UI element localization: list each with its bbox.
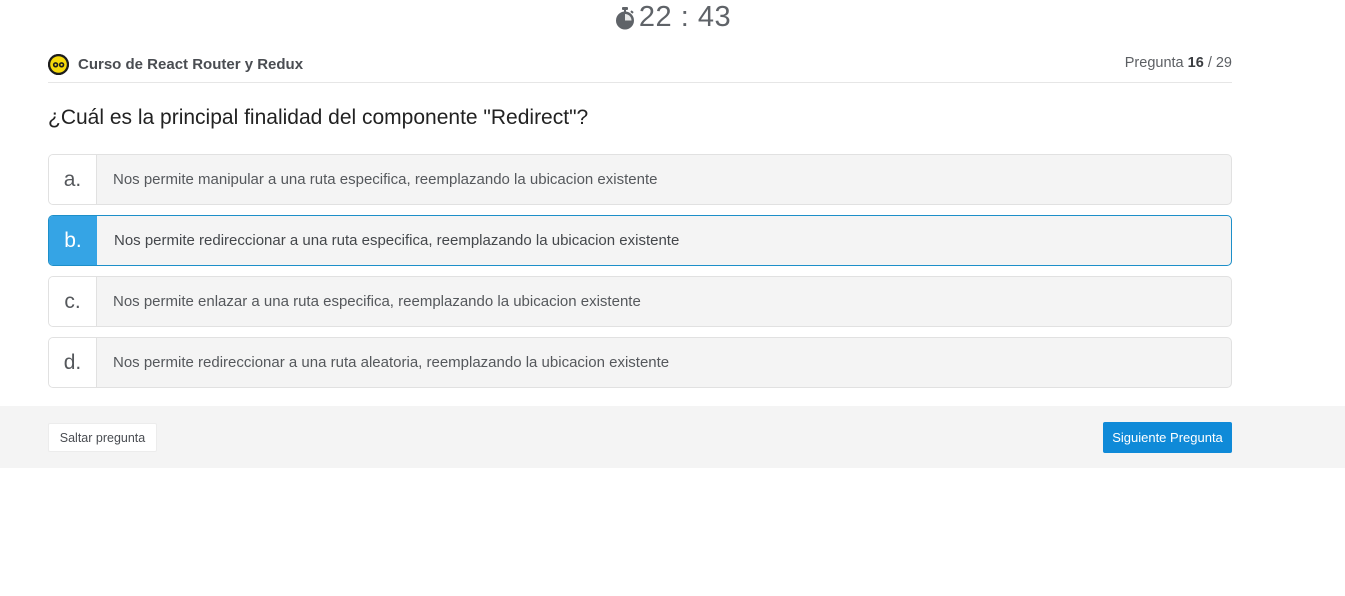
next-question-button[interactable]: Siguiente Pregunta <box>1103 422 1232 453</box>
course-name: Curso de React Router y Redux <box>78 55 304 73</box>
option-text: Nos permite manipular a una ruta especif… <box>113 171 658 188</box>
option-d[interactable]: d. Nos permite redireccionar a una ruta … <box>48 337 1232 388</box>
counter-prefix: Pregunta <box>1124 55 1184 71</box>
timer-text: 22 : 43 <box>638 1 732 33</box>
option-letter: b. <box>49 216 97 265</box>
stopwatch-icon <box>615 7 634 30</box>
option-text: Nos permite redireccionar a una ruta ale… <box>113 354 670 371</box>
option-a[interactable]: a. Nos permite manipular a una ruta espe… <box>48 154 1232 205</box>
option-letter: d. <box>49 338 97 387</box>
option-letter: a. <box>49 155 97 204</box>
option-letter: c. <box>49 277 97 326</box>
course-logo-icon <box>48 53 69 75</box>
question-counter: Pregunta 16 / 29 <box>1125 55 1232 71</box>
option-text: Nos permite redireccionar a una ruta esp… <box>114 232 680 249</box>
quiz-footer: Saltar pregunta Siguiente Pregunta <box>0 406 1345 468</box>
counter-current: 16 <box>1187 55 1204 71</box>
timer: 22 : 43 <box>0 0 1345 34</box>
course-info: Curso de React Router y Redux <box>48 53 304 75</box>
option-text: Nos permite enlazar a una ruta especific… <box>113 293 641 310</box>
quiz-header: Curso de React Router y Redux Pregunta 1… <box>48 50 1232 83</box>
option-b[interactable]: b. Nos permite redireccionar a una ruta … <box>48 215 1232 266</box>
counter-total: / 29 <box>1207 55 1232 71</box>
question-text: ¿Cuál es la principal finalidad del comp… <box>48 106 589 129</box>
option-c[interactable]: c. Nos permite enlazar a una ruta especi… <box>48 276 1232 327</box>
skip-question-button[interactable]: Saltar pregunta <box>48 423 157 452</box>
